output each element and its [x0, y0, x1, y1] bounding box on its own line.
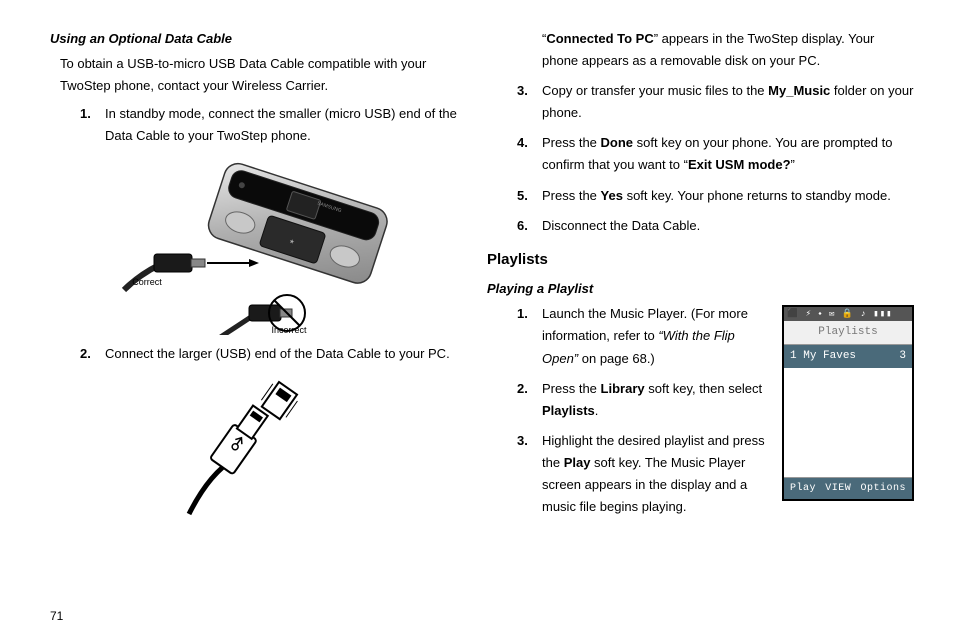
- step-number: 3.: [517, 430, 528, 452]
- left-step-1: 1. In standby mode, connect the smaller …: [80, 103, 457, 147]
- play-step-2: 2. Press the Library soft key, then sele…: [517, 378, 914, 422]
- playlists-heading: Playlists: [487, 247, 914, 273]
- step-number: 5.: [517, 185, 528, 207]
- playing-subhead: Playing a Playlist: [487, 278, 914, 300]
- step-text: In standby mode, connect the smaller (mi…: [105, 106, 457, 143]
- phone-cable-illustration: ★ SAMSUNG Correct Incorrect: [109, 155, 399, 335]
- continued-text: “Connected To PC” appears in the TwoStep…: [542, 28, 914, 72]
- incorrect-label: Incorrect: [271, 325, 307, 335]
- correct-label: Correct: [132, 277, 162, 287]
- subhead-data-cable: Using an Optional Data Cable: [50, 28, 457, 50]
- step-number: 2.: [80, 343, 91, 365]
- step-number: 3.: [517, 80, 528, 102]
- left-step-2: 2. Connect the larger (USB) end of the D…: [80, 343, 457, 365]
- right-step-3: 3. Copy or transfer your music files to …: [517, 80, 914, 124]
- step-number: 1.: [80, 103, 91, 125]
- right-step-4: 4. Press the Done soft key on your phone…: [517, 132, 914, 176]
- step-number: 6.: [517, 215, 528, 237]
- right-step-6: 6. Disconnect the Data Cable.: [517, 215, 914, 237]
- step-text: Connect the larger (USB) end of the Data…: [105, 346, 450, 361]
- play-step-3: 3. Highlight the desired playlist and pr…: [517, 430, 914, 518]
- intro-text: To obtain a USB-to-micro USB Data Cable …: [60, 53, 457, 97]
- right-step-5: 5. Press the Yes soft key. Your phone re…: [517, 185, 914, 207]
- page-number: 71: [50, 606, 63, 626]
- usb-illustration: [169, 374, 339, 524]
- play-step-1: 1. Launch the Music Player. (For more in…: [517, 303, 914, 369]
- step-number: 4.: [517, 132, 528, 154]
- step-number: 1.: [517, 303, 528, 325]
- step-number: 2.: [517, 378, 528, 400]
